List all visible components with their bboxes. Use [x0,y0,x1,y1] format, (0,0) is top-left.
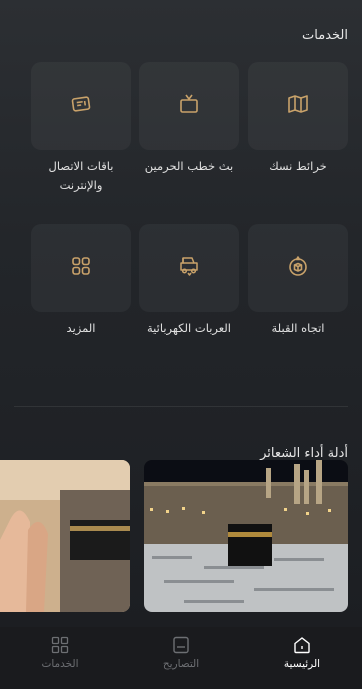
tile-label-connectivity-packages: باقات الاتصال والإنترنت [48,159,114,192]
home-icon [292,635,312,655]
tab-home[interactable]: الرئيسية [242,627,362,689]
tab-home-label: الرئيسية [283,658,321,670]
tv-icon [177,92,201,120]
tab-services[interactable]: الخدمات [0,627,120,689]
tab-services-label: الخدمات [41,658,79,670]
tile-connectivity-packages[interactable] [31,62,131,150]
tile-electric-carts[interactable] [139,224,239,312]
tile-label-sermons-broadcast: بث خطب الحرمين [144,159,234,173]
tile-label-more: المزيد [66,321,96,335]
tab-permits-label: التصاريح [162,658,200,670]
guide-card-kaaba[interactable] [144,460,348,612]
tile-label-qibla-direction: اتجاه القبلة [271,321,325,335]
grid-icon [69,254,93,282]
services-section-title: الخدمات [302,28,348,43]
tab-permits[interactable]: التصاريح [121,627,241,689]
tile-label-electric-carts: العربات الكهربائية [146,321,231,335]
section-divider [14,406,348,407]
tile-qibla-direction[interactable] [248,224,348,312]
electric-cart-icon [177,254,201,282]
tile-nusuk-maps[interactable] [248,62,348,150]
tile-label-nusuk-maps: خرائط نسك [269,159,327,173]
tile-more[interactable] [31,224,131,312]
qibla-compass-icon [286,254,310,282]
services-grid-icon [50,635,70,655]
bottom-tab-bar: الرئيسية التصاريح الخدمات [0,627,362,689]
map-icon [286,92,310,120]
kaaba-photo [144,460,348,612]
tile-sermons-broadcast[interactable] [139,62,239,150]
prayer-photo [0,460,130,612]
guide-card-prayer[interactable] [0,460,130,612]
sim-card-icon [69,92,93,120]
permits-icon [171,635,191,655]
guides-section-title: أدلة أداء الشعائر [260,446,348,461]
